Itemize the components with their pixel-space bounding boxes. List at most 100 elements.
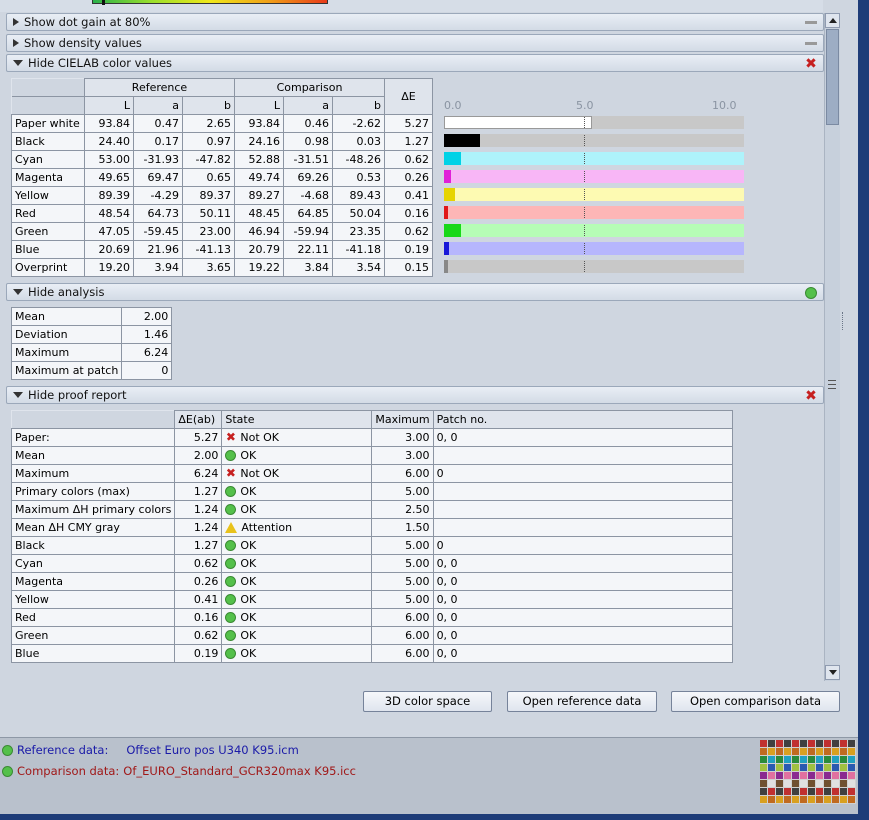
ref-value: 2.65 (182, 114, 235, 133)
open-reference-data-button[interactable]: Open reference data (507, 691, 657, 712)
thumbnail-patch (824, 796, 831, 803)
comparison-group-header: Comparison (234, 78, 385, 97)
ref-value: 48.54 (84, 204, 134, 223)
ref-value: -59.45 (133, 222, 183, 241)
comp-value: 22.11 (283, 240, 333, 259)
thumbnail-patch (784, 788, 791, 795)
analysis-table: Mean 2.00 Deviation 1.46 Maximum 6.24 Maxim… (10, 307, 173, 380)
analysis-value: 6.24 (121, 343, 173, 362)
open-comparison-data-button[interactable]: Open comparison data (671, 691, 840, 712)
comp-value: 3.54 (332, 258, 385, 277)
thumbnail-patch (776, 740, 783, 747)
vertical-scrollbar[interactable] (824, 13, 840, 681)
proof-label: Cyan (10, 554, 176, 573)
thumbnail-patch (848, 756, 855, 763)
section-analysis[interactable]: Hide analysis (6, 283, 824, 301)
comp-value: 89.43 (332, 186, 385, 205)
proof-max: 6.00 (371, 626, 434, 645)
cielab-table: Reference Comparison ΔE L a b L a b Pape… (11, 78, 433, 277)
proof-max: 5.00 (371, 536, 434, 555)
analysis-row: Mean 2.00 (10, 307, 173, 326)
proof-de: 0.26 (174, 572, 223, 591)
comp-value: -2.62 (332, 114, 385, 133)
reference-data-value[interactable]: Offset Euro pos U340 K95.icm (126, 743, 298, 757)
delta-e-bar (444, 152, 462, 165)
thumbnail-patch (784, 780, 791, 787)
thumbnail-patch (784, 740, 791, 747)
scale-label-max: 10.0 (712, 99, 737, 112)
section-cielab[interactable]: Hide CIELAB color values ✖ (6, 54, 824, 72)
comparison-data-label: Comparison data: (17, 764, 120, 778)
thumbnail-patch (848, 780, 855, 787)
thumbnail-patch (808, 764, 815, 771)
cielab-row: Red 48.54 64.73 50.11 48.45 64.85 50.04 0.16 (11, 204, 433, 223)
delta-e-bar-track (444, 224, 744, 237)
thumbnail-patch (824, 772, 831, 779)
error-x-icon: ✖ (805, 56, 817, 72)
side-handle-icon[interactable] (842, 312, 846, 330)
proof-de: 0.19 (174, 644, 223, 663)
proof-state-cell: OK (221, 500, 373, 519)
thumbnail-patch (816, 740, 823, 747)
proof-row: Black 1.27 OK 5.00 0 (10, 536, 733, 555)
scroll-down-button[interactable] (825, 665, 840, 680)
proof-patch: 0, 0 (432, 590, 733, 609)
section-dot-gain[interactable]: Show dot gain at 80% (6, 13, 824, 31)
thumbnail-patch (784, 764, 791, 771)
proof-row: Maximum 6.24 ✖ Not OK 6.00 0 (10, 464, 733, 483)
thumbnail-patch (792, 756, 799, 763)
proof-max: 5.00 (371, 572, 434, 591)
thumbnail-patch (848, 772, 855, 779)
section-density[interactable]: Show density values (6, 34, 824, 52)
threshold-tick (584, 135, 585, 146)
thumbnail-patch (808, 796, 815, 803)
splitter-grip-icon[interactable] (828, 380, 836, 394)
cielab-row: Paper white 93.84 0.47 2.65 93.84 0.46 -2.62 5.… (11, 114, 433, 133)
proof-state: OK (240, 575, 257, 588)
delta-e-bar (444, 170, 452, 183)
thumbnail-patch (776, 756, 783, 763)
proof-max: 6.00 (371, 608, 434, 627)
proof-state: Not OK (240, 467, 279, 480)
ref-value: 21.96 (133, 240, 183, 259)
proof-de: 0.62 (174, 554, 223, 573)
thumbnail-patch (784, 748, 791, 755)
threshold-tick (584, 189, 585, 200)
collapse-minus-icon[interactable] (805, 42, 817, 45)
ok-dot-icon (225, 648, 237, 659)
thumbnail-patch (840, 796, 847, 803)
proof-patch (432, 500, 733, 519)
scroll-up-button[interactable] (825, 13, 840, 28)
ref-value: 69.47 (133, 168, 183, 187)
thumbnail-patch (768, 740, 775, 747)
comparison-data-value[interactable]: Of_EURO_Standard_GCR320max K95.icc (123, 764, 356, 778)
scroll-thumb[interactable] (826, 29, 839, 125)
analysis-label: Deviation (10, 325, 123, 344)
thumbnail-patch (776, 772, 783, 779)
ref-value: 0.97 (182, 132, 235, 151)
thumbnail-patch (824, 780, 831, 787)
proof-row: Yellow 0.41 OK 5.00 0, 0 (10, 590, 733, 609)
thumbnail-patch (808, 772, 815, 779)
ok-dot-icon (225, 594, 237, 605)
collapse-minus-icon[interactable] (805, 21, 817, 24)
reference-group-header: Reference (84, 78, 235, 97)
thumbnail-patch (760, 780, 767, 787)
delta-e-bar (444, 134, 480, 147)
thumbnail-patch (840, 748, 847, 755)
proof-label: Yellow (10, 590, 176, 609)
3d-color-space-button[interactable]: 3D color space (363, 691, 492, 712)
thumbnail-patch (760, 796, 767, 803)
ref-L-header: L (84, 96, 134, 115)
scale-label-min: 0.0 (444, 99, 462, 112)
section-proof-report[interactable]: Hide proof report ✖ (6, 386, 824, 404)
thumbnail-patch (832, 756, 839, 763)
thumbnail-patch (776, 796, 783, 803)
thumbnail-patch (816, 748, 823, 755)
delta-e-value: 0.62 (384, 150, 433, 169)
proof-row: Blue 0.19 OK 6.00 0, 0 (10, 644, 733, 663)
ref-value: 93.84 (84, 114, 134, 133)
comp-value: -48.26 (332, 150, 385, 169)
warning-triangle-icon (225, 522, 238, 533)
thumbnail-patch (800, 772, 807, 779)
